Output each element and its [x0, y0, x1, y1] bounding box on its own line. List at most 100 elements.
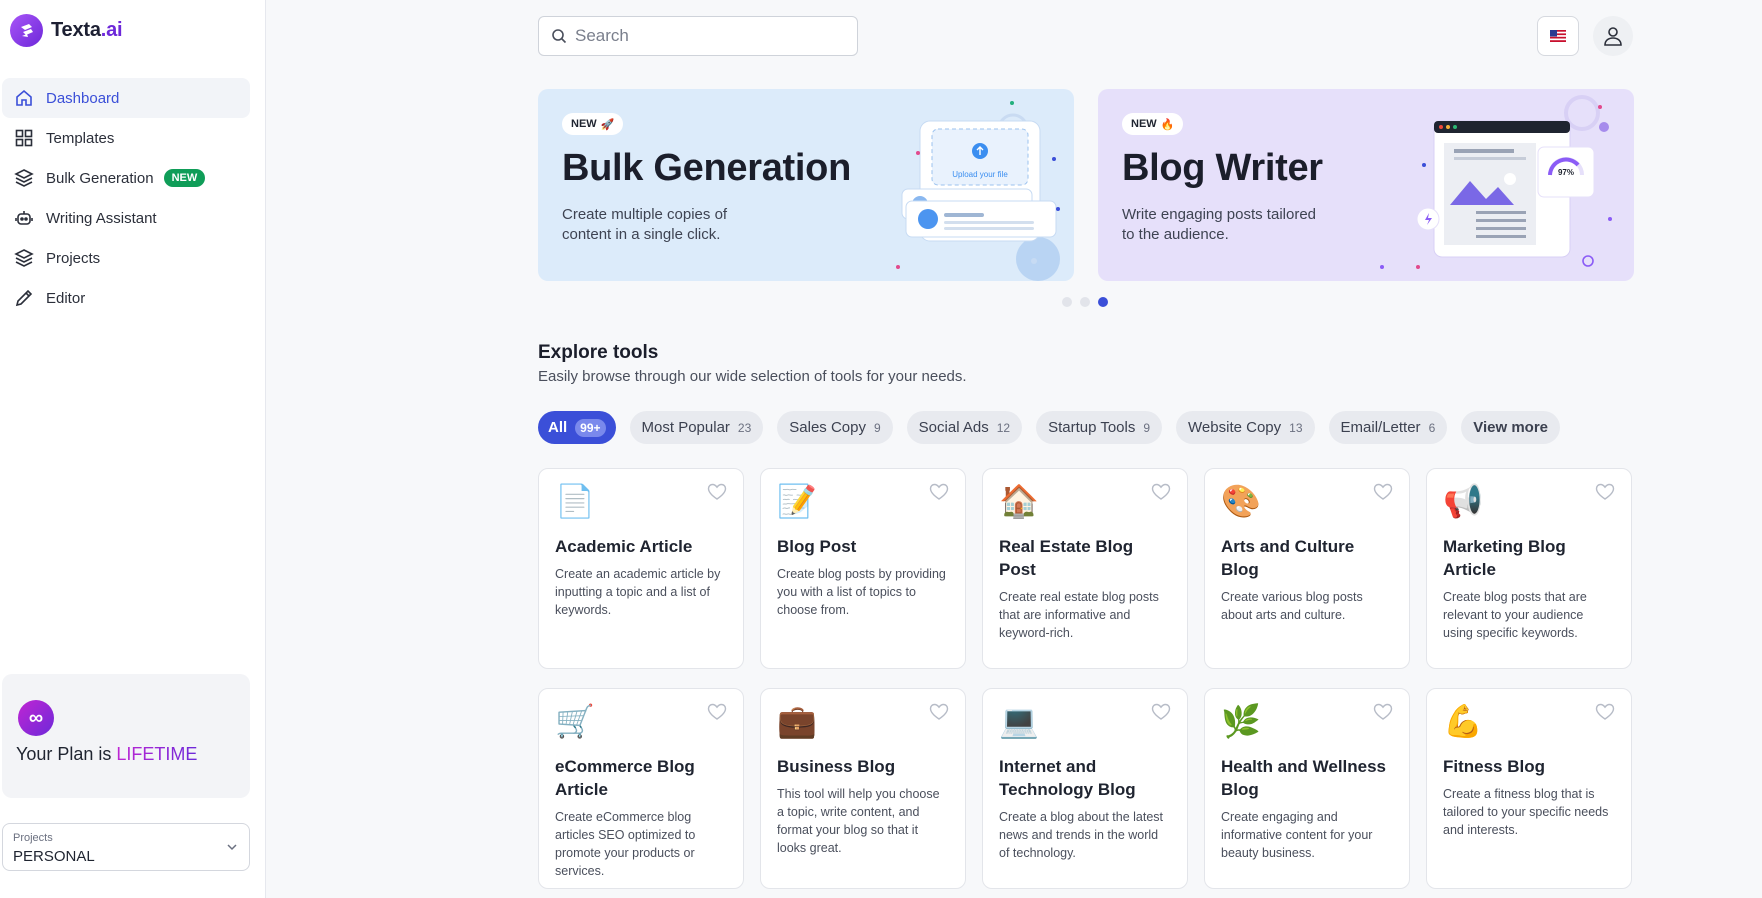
tool-card[interactable]: 🌿 Health and Wellness Blog Create engaging…	[1204, 688, 1410, 889]
heart-icon[interactable]	[1373, 483, 1393, 501]
fire-icon: 🔥	[1160, 118, 1175, 131]
chip-count: 9	[1143, 420, 1151, 435]
chip-sales-copy[interactable]: Sales Copy 9	[777, 411, 893, 444]
language-button[interactable]	[1537, 16, 1579, 56]
sidebar-item-projects[interactable]: Projects	[2, 238, 250, 278]
chip-most-popular[interactable]: Most Popular 23	[629, 411, 764, 444]
search-input[interactable]	[575, 26, 835, 46]
tool-emoji-icon: 🌿	[1221, 703, 1261, 739]
chip-count: 13	[1289, 420, 1303, 435]
sidebar-item-templates[interactable]: Templates	[2, 118, 250, 158]
chip-count: 12	[996, 420, 1011, 435]
tool-card[interactable]: 💼 Business Blog This tool will help you ch…	[760, 688, 966, 889]
carousel-dot[interactable]	[1062, 297, 1072, 307]
banner-description: Create multiple copies of content in a s…	[562, 206, 728, 243]
tool-title: Business Blog	[777, 757, 896, 776]
texta-logo-icon	[10, 14, 43, 47]
heart-icon[interactable]	[1595, 703, 1615, 721]
plan-prefix: Your Plan is	[16, 744, 117, 764]
sidebar-item-dashboard[interactable]: Dashboard	[2, 78, 250, 118]
tool-emoji-icon: 📢	[1443, 483, 1483, 519]
rocket-icon: 🚀	[600, 118, 615, 131]
sidebar-item-label: Writing Assistant	[46, 209, 157, 227]
banner-bulk-generation[interactable]: Upload your file NEW 🚀 Bulk Generation Cr…	[538, 89, 1074, 281]
chip-social-ads[interactable]: Social Ads 12	[906, 411, 1023, 444]
tool-title: Fitness Blog	[1443, 757, 1546, 776]
sidebar-item-editor[interactable]: Editor	[2, 278, 250, 318]
project-select-label: Projects	[13, 832, 53, 844]
tool-card[interactable]: 🛒 eCommerce Blog Article Create eCommerce …	[538, 688, 744, 889]
chip-label: Social Ads	[918, 419, 989, 436]
tool-title: Blog Post	[777, 537, 857, 556]
search-box[interactable]	[538, 16, 858, 56]
chip-label: Most Popular	[641, 419, 730, 436]
tool-card[interactable]: 📢 Marketing Blog Article Create blog posts…	[1426, 468, 1632, 669]
plan-text: Your Plan is LIFETIME	[16, 744, 197, 765]
tool-title: eCommerce Blog Article	[555, 757, 695, 799]
chip-label: Website Copy	[1188, 419, 1282, 436]
chip-email-letter[interactable]: Email/Letter 6	[1328, 411, 1448, 444]
carousel-dot[interactable]	[1080, 297, 1090, 307]
explore-title: Explore tools	[538, 342, 659, 363]
view-more-button[interactable]: View more	[1461, 411, 1561, 444]
explore-subtitle: Easily browse through our wide selection…	[538, 368, 967, 385]
logo[interactable]: Texta.ai	[10, 14, 123, 47]
carousel-dot-active[interactable]	[1098, 297, 1108, 307]
chip-label: All	[548, 419, 568, 436]
heart-icon[interactable]	[707, 483, 727, 501]
tool-description: Create a blog about the latest news and …	[999, 810, 1164, 860]
project-select[interactable]: Projects PERSONAL	[2, 823, 250, 871]
new-pill-label: NEW	[1131, 118, 1157, 130]
chip-count: 6	[1428, 420, 1436, 435]
category-chips: All 99+ Most Popular 23 Sales Copy 9 Social…	[538, 411, 1561, 444]
us-flag-icon	[1550, 30, 1566, 42]
heart-icon[interactable]	[929, 483, 949, 501]
heart-icon[interactable]	[1151, 703, 1171, 721]
heart-icon[interactable]	[707, 703, 727, 721]
pencil-icon	[15, 289, 33, 307]
sidebar-item-writing-assistant[interactable]: Writing Assistant	[2, 198, 250, 238]
upload-your-file-text: Upload your file	[952, 170, 1008, 179]
account-button[interactable]	[1593, 16, 1633, 56]
tool-card[interactable]: 📄 Academic Article Create an academic arti…	[538, 468, 744, 669]
tool-description: Create a fitness blog that is tailored t…	[1443, 787, 1609, 837]
tool-card[interactable]: 💪 Fitness Blog Create a fitness blog that …	[1426, 688, 1632, 889]
tool-card[interactable]: 🏠 Real Estate Blog Post Create real estate…	[982, 468, 1188, 669]
tool-description: Create an academic article by inputting …	[555, 567, 721, 617]
tool-title: Arts and Culture Blog	[1221, 537, 1355, 579]
chevron-down-icon	[227, 844, 237, 851]
banner-blog-writer[interactable]: 97% NEW 🔥 Blog Writer Write engaging post…	[1098, 89, 1634, 281]
chip-all[interactable]: All 99+	[538, 411, 616, 444]
sidebar-item-label: Dashboard	[46, 89, 120, 107]
chip-website-copy[interactable]: Website Copy 13	[1176, 411, 1315, 444]
heart-icon[interactable]	[1151, 483, 1171, 501]
logo-main: Texta	[51, 19, 101, 41]
home-icon	[16, 89, 32, 106]
logo-suffix: .ai	[100, 19, 123, 41]
sidebar-item-bulk-generation[interactable]: Bulk Generation NEW	[2, 158, 250, 198]
tool-card[interactable]: 📝 Blog Post Create blog posts by providing…	[760, 468, 966, 669]
chip-count: 9	[873, 420, 881, 435]
heart-icon[interactable]	[1373, 703, 1393, 721]
new-pill: NEW 🔥	[1122, 113, 1184, 135]
sidebar-item-label: Bulk Generation	[46, 169, 154, 187]
heart-icon[interactable]	[1595, 483, 1615, 501]
chip-count: 23	[737, 420, 752, 435]
tool-description: Create engaging and informative content …	[1221, 810, 1373, 860]
tool-description: Create blog posts that are relevant to y…	[1443, 590, 1587, 640]
view-more-label: View more	[1473, 419, 1549, 436]
tool-card[interactable]: 🎨 Arts and Culture Blog Create various blo…	[1204, 468, 1410, 669]
tool-description: Create various blog posts about arts and…	[1221, 590, 1363, 622]
tool-card[interactable]: 💻 Internet and Technology Blog Create a bl…	[982, 688, 1188, 889]
chip-startup-tools[interactable]: Startup Tools 9	[1036, 411, 1163, 444]
new-badge: NEW	[163, 169, 206, 187]
sidebar-nav: Dashboard Templates Bulk Generation NEW …	[2, 78, 250, 318]
tool-emoji-icon: 🎨	[1221, 483, 1261, 519]
layers-icon	[14, 169, 34, 187]
search-icon	[552, 29, 567, 44]
heart-icon[interactable]	[929, 703, 949, 721]
grid-icon	[15, 129, 33, 147]
tool-emoji-icon: 💪	[1443, 703, 1483, 739]
robot-icon	[15, 211, 33, 225]
carousel-dots	[1062, 297, 1108, 307]
